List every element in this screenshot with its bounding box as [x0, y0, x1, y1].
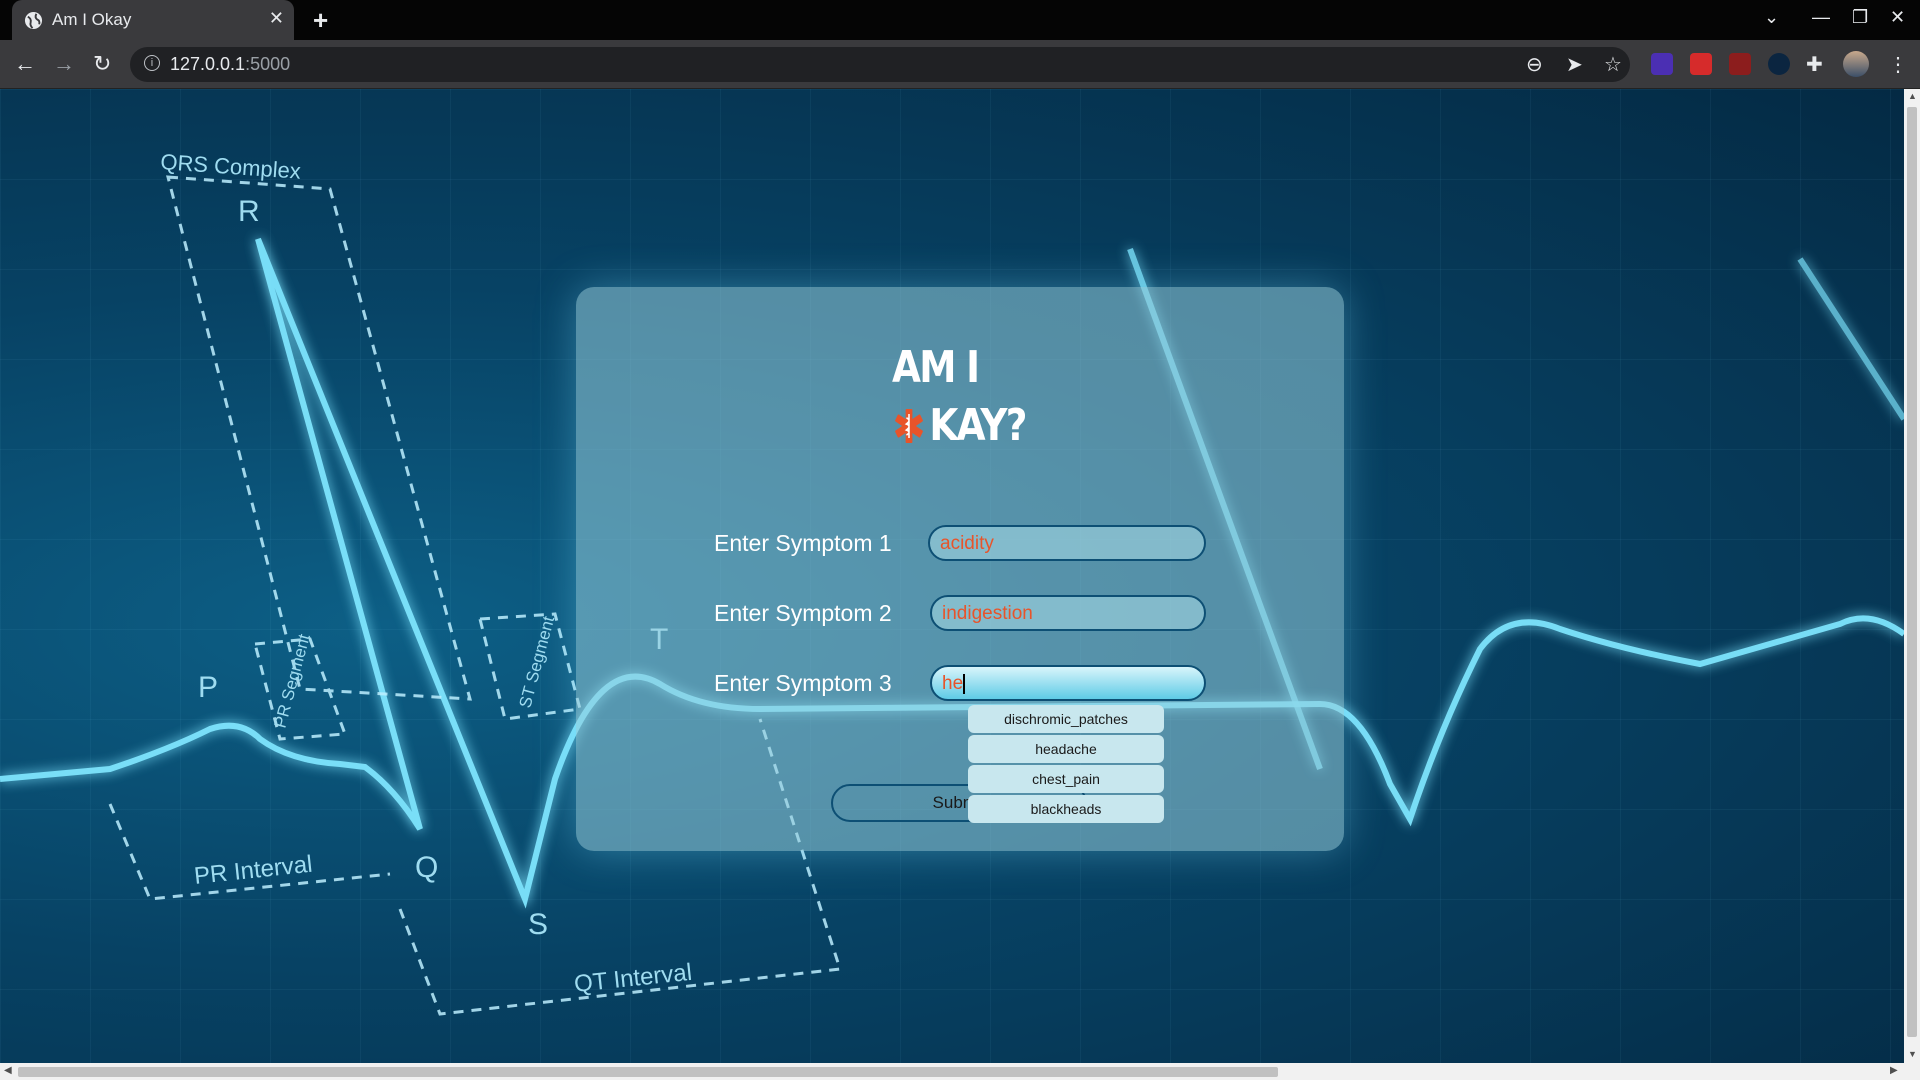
reload-icon[interactable]: ↻ — [93, 51, 111, 77]
scroll-left-arrow-icon[interactable]: ◀ — [4, 1065, 12, 1076]
logo-line1: AM I — [892, 342, 980, 393]
new-tab-button[interactable]: + — [313, 5, 328, 36]
address-bar[interactable]: i 127.0.0.1:5000 — [130, 47, 1630, 82]
extensions-puzzle-icon[interactable]: ✚ — [1806, 52, 1823, 77]
ecg-label-pr-interval: PR Interval — [193, 851, 314, 890]
tab-title: Am I Okay — [52, 10, 132, 29]
symptom3-label: Enter Symptom 3 — [714, 670, 892, 696]
close-tab-icon[interactable]: ✕ — [269, 8, 284, 29]
symptom2-label: Enter Symptom 2 — [714, 600, 892, 626]
back-icon[interactable]: ← — [14, 51, 36, 77]
ecg-spike-far-right — [1797, 257, 1904, 421]
dark-extension-icon[interactable] — [1768, 53, 1790, 75]
autocomplete-option[interactable]: headache — [968, 735, 1164, 763]
autocomplete-list: dischromic_patches headache chest_pain b… — [968, 705, 1164, 825]
red-extension-icon[interactable] — [1729, 53, 1751, 75]
browser-tab[interactable]: Am I Okay ✕ — [12, 0, 294, 40]
scroll-up-arrow-icon[interactable]: ▲ — [1908, 91, 1917, 101]
vertical-scrollbar[interactable]: ▲ ▼ — [1904, 89, 1920, 1063]
symptom-form-card: AM I KAY? Enter Symptom 1 acidity Enter … — [576, 287, 1344, 851]
scroll-right-arrow-icon[interactable]: ▶ — [1890, 1065, 1898, 1076]
scroll-down-arrow-icon[interactable]: ▼ — [1908, 1049, 1917, 1059]
ecg-label-r: R — [238, 195, 260, 228]
ecg-label-qrs: QRS Complex — [160, 149, 302, 184]
site-info-icon[interactable]: i — [144, 55, 160, 71]
qrs-box — [166, 175, 473, 701]
horizontal-scroll-thumb[interactable] — [18, 1067, 1278, 1077]
autocomplete-option[interactable]: blackheads — [968, 795, 1164, 823]
symptom3-input[interactable]: he — [930, 665, 1206, 701]
tab-strip: Am I Okay ✕ + ⌄ — ❐ ✕ — [0, 0, 1920, 40]
send-icon[interactable]: ➤ — [1566, 52, 1583, 77]
autocomplete-option[interactable]: chest_pain — [968, 765, 1164, 793]
pr-interval-box — [108, 803, 391, 901]
autocomplete-option[interactable]: dischromic_patches — [968, 705, 1164, 733]
ecg-label-s: S — [528, 908, 548, 941]
logo-line2: KAY? — [929, 400, 1027, 451]
zoom-icon[interactable]: ⊖ — [1526, 52, 1543, 77]
globe-icon — [24, 11, 43, 30]
window-close-icon[interactable]: ✕ — [1890, 7, 1905, 28]
horizontal-scrollbar[interactable]: ◀ ▶ — [0, 1063, 1920, 1080]
page-body: QRS Complex R P Q S T PR Segment ST Segm… — [0, 89, 1904, 1063]
vertical-scroll-thumb[interactable] — [1907, 107, 1917, 1037]
minimize-icon[interactable]: — — [1812, 7, 1830, 28]
bookmark-star-icon[interactable]: ☆ — [1604, 52, 1622, 77]
tp-extension-icon[interactable] — [1690, 53, 1712, 75]
restore-icon[interactable]: ❐ — [1852, 7, 1868, 28]
ecg-label-st-segment: ST Segment — [516, 614, 559, 710]
profile-avatar[interactable] — [1843, 51, 1869, 77]
browser-toolbar: ← → ↻ i 127.0.0.1:5000 ⊖ ➤ ☆ ✚ ⋮ — [0, 40, 1920, 89]
star-of-life-icon — [895, 409, 923, 443]
forward-icon[interactable]: → — [53, 51, 75, 77]
ecg-label-p: P — [198, 671, 218, 704]
tab-search-icon[interactable]: ⌄ — [1764, 7, 1779, 28]
ecg-label-q: Q — [415, 851, 438, 884]
url-text: 127.0.0.1:5000 — [170, 54, 291, 74]
text-caret — [963, 673, 966, 694]
symptom1-input[interactable]: acidity — [928, 525, 1206, 561]
ecg-label-pr-segment: PR Segment — [271, 632, 314, 730]
download-extension-icon[interactable] — [1651, 53, 1673, 75]
app-logo: AM I KAY? — [892, 339, 1027, 455]
menu-icon[interactable]: ⋮ — [1888, 52, 1908, 77]
symptom2-input[interactable]: indigestion — [930, 595, 1206, 631]
symptom1-label: Enter Symptom 1 — [714, 530, 892, 556]
